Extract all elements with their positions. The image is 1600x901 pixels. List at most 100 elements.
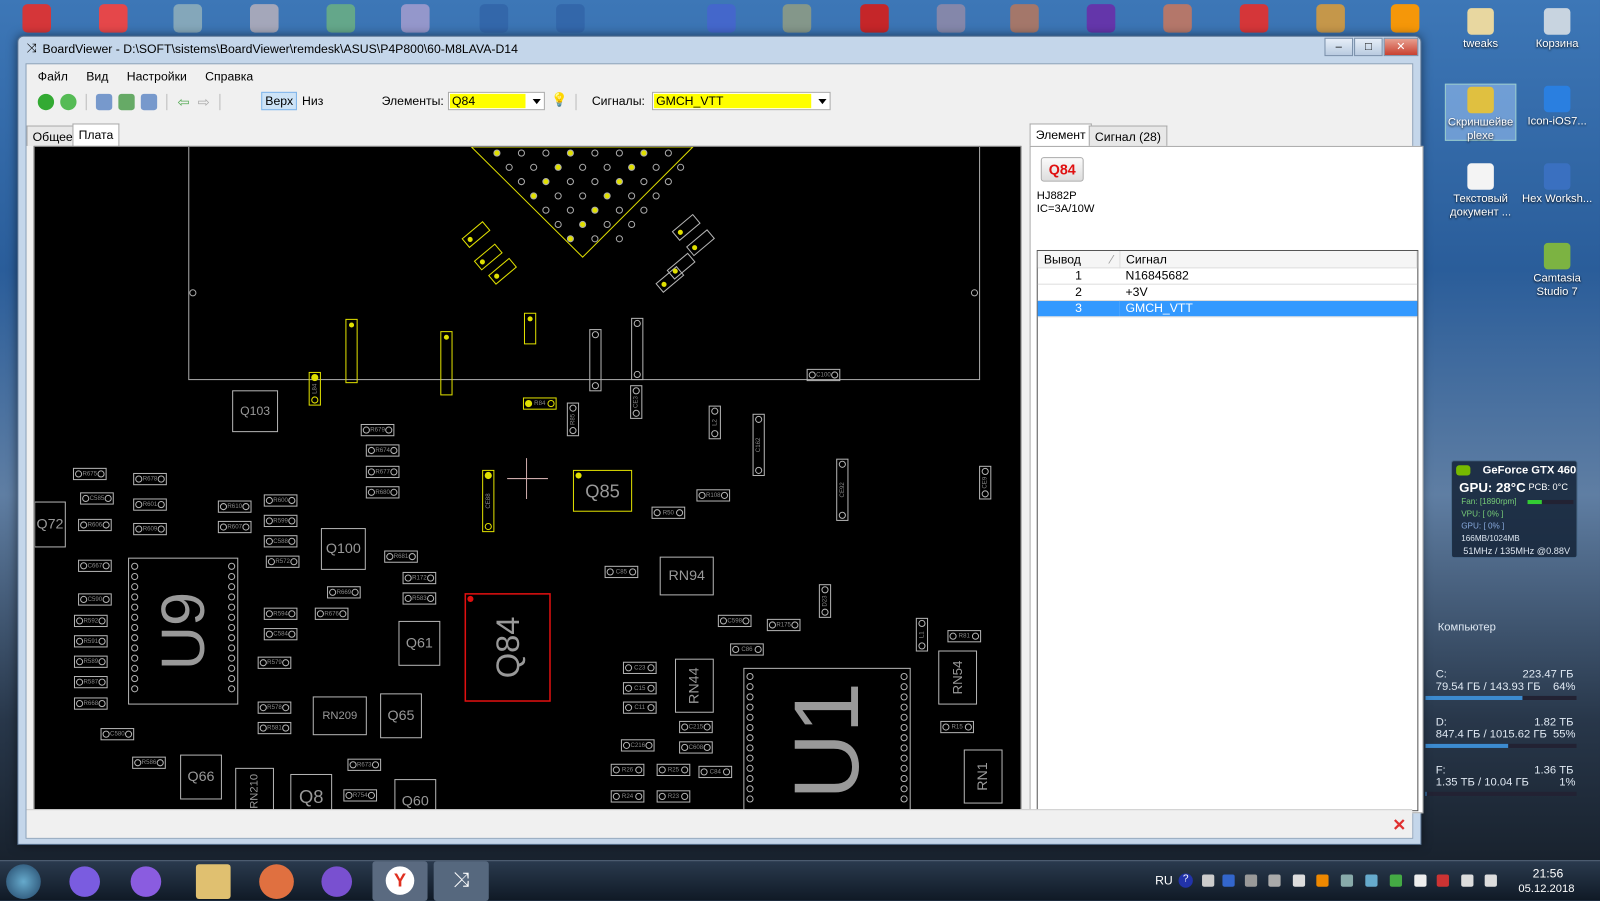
- pin-row[interactable]: 2 +3V: [1037, 283, 1417, 301]
- maximize-button[interactable]: □: [1354, 37, 1383, 57]
- desktop-shortcut-icon[interactable]: [1239, 4, 1269, 33]
- desktop-icon-ios7[interactable]: Icon-iOS7...: [1521, 84, 1592, 129]
- desktop-icon-recycle-bin[interactable]: Корзина: [1521, 6, 1592, 51]
- desktop-shortcut-icon[interactable]: [98, 4, 128, 33]
- desktop-shortcut-icon[interactable]: [1086, 4, 1116, 33]
- clock-time[interactable]: 21:56: [1533, 866, 1564, 880]
- desktop-shortcut-icon[interactable]: [782, 4, 812, 33]
- column-pin[interactable]: Вывод ⁄: [1037, 251, 1120, 268]
- desktop-shortcut-icon[interactable]: [1316, 4, 1345, 33]
- tab-general[interactable]: Общее: [26, 125, 79, 146]
- component[interactable]: [589, 329, 602, 392]
- desktop-shortcut-icon[interactable]: [1390, 4, 1420, 33]
- signals-combo[interactable]: GMCH_VTT: [652, 91, 831, 111]
- boardviewer-taskbar[interactable]: ⤨: [433, 861, 489, 901]
- menu-file[interactable]: Файл: [29, 69, 77, 83]
- taskbar-app-icon[interactable]: [69, 866, 100, 897]
- pad: [135, 501, 143, 509]
- desktop-icon-hex-workshop[interactable]: Hex Worksh...: [1521, 161, 1592, 206]
- component[interactable]: [655, 265, 685, 293]
- forward-arrow-icon[interactable]: ⇨: [198, 93, 210, 110]
- tray-icon[interactable]: [1340, 874, 1354, 887]
- drive-usage: 79.54 ГБ / 143.93 ГБ: [1435, 680, 1541, 693]
- desktop-shortcut-icon[interactable]: [173, 4, 203, 33]
- tray-icon[interactable]: [1222, 874, 1235, 887]
- component[interactable]: [440, 331, 453, 396]
- pin-row[interactable]: 1 N16845682: [1037, 267, 1417, 285]
- refresh-icon[interactable]: [60, 93, 77, 111]
- tray-icon[interactable]: [1268, 874, 1281, 887]
- tray-icon[interactable]: [1202, 874, 1215, 887]
- desktop-shortcut-icon[interactable]: [479, 4, 509, 33]
- tray-icon[interactable]: [1414, 874, 1427, 887]
- tab-element[interactable]: Элемент: [1029, 123, 1092, 146]
- desktop-shortcut-icon[interactable]: [1010, 4, 1039, 33]
- desktop-shortcut-icon[interactable]: [1163, 4, 1192, 33]
- component[interactable]: [473, 243, 503, 271]
- help-icon[interactable]: ?: [1178, 873, 1193, 888]
- tab-board[interactable]: Плата: [72, 123, 120, 146]
- desktop-shortcut-icon[interactable]: [707, 4, 736, 33]
- viber-icon[interactable]: [321, 866, 353, 897]
- tab-signal[interactable]: Сигнал (28): [1088, 125, 1168, 146]
- desktop-icon-text-document[interactable]: Текстовый документ ...: [1445, 161, 1516, 219]
- file-explorer-icon[interactable]: [195, 864, 231, 899]
- desktop-shortcut-icon[interactable]: [326, 4, 356, 33]
- component[interactable]: [631, 317, 644, 381]
- desktop-icon-screensaver[interactable]: Скриншейве рlexe: [1444, 83, 1517, 142]
- language-indicator[interactable]: RU: [1155, 873, 1173, 887]
- board-canvas[interactable]: U9 Q84 Q85 Q103 Q100 Q72 Q61 Q65 Q66 Q8 Q60 RN209 RN…: [33, 145, 1022, 814]
- lightbulb-icon[interactable]: 💡: [551, 92, 568, 108]
- pin-row[interactable]: 3 GMCH_VTT: [1037, 299, 1417, 317]
- elements-combo[interactable]: Q84: [447, 91, 545, 111]
- tray-icon[interactable]: [1436, 874, 1449, 887]
- tray-icon[interactable]: [1316, 874, 1329, 887]
- yandex-browser-taskbar[interactable]: Y: [372, 861, 428, 901]
- fit-icon[interactable]: [118, 93, 135, 111]
- bottom-side-button[interactable]: Низ: [302, 94, 323, 108]
- desktop-shortcut-icon[interactable]: [22, 4, 52, 33]
- start-button[interactable]: [6, 864, 41, 899]
- component[interactable]: [671, 213, 701, 241]
- component[interactable]: [666, 252, 696, 280]
- clock-date[interactable]: 05.12.2018: [1518, 883, 1574, 895]
- desktop-icon-camtasia[interactable]: Camtasia Studio 7: [1521, 241, 1592, 299]
- tray-icon[interactable]: [1389, 874, 1403, 887]
- back-arrow-icon[interactable]: ⇦: [178, 93, 190, 110]
- component[interactable]: [345, 318, 358, 384]
- zoom-out-icon[interactable]: [95, 93, 113, 111]
- microphone-icon[interactable]: [130, 866, 162, 897]
- board-drawing[interactable]: U9 Q84 Q85 Q103 Q100 Q72 Q61 Q65 Q66 Q8 Q60 RN209 RN…: [34, 146, 1022, 813]
- desktop-shortcut-icon[interactable]: [249, 4, 279, 33]
- tray-icon[interactable]: [1292, 874, 1306, 887]
- tray-icon[interactable]: [1484, 874, 1497, 887]
- tray-icon[interactable]: [1461, 874, 1474, 887]
- chevron-down-icon[interactable]: [818, 98, 827, 105]
- minimize-button[interactable]: –: [1324, 37, 1354, 57]
- zoom-in-icon[interactable]: [140, 93, 158, 111]
- desktop-icon-tweaks[interactable]: tweaks: [1445, 6, 1516, 51]
- chevron-down-icon[interactable]: [532, 98, 541, 105]
- menu-view[interactable]: Вид: [77, 69, 118, 83]
- menu-settings[interactable]: Настройки: [118, 69, 196, 83]
- taskbar-app-icon[interactable]: [259, 864, 294, 899]
- close-button[interactable]: ✕: [1383, 37, 1419, 57]
- tray-icon[interactable]: [1244, 874, 1258, 887]
- close-red-x-icon[interactable]: ✕: [1392, 815, 1406, 835]
- component[interactable]: [461, 221, 491, 249]
- desktop-shortcut-icon[interactable]: [401, 4, 430, 33]
- desktop-shortcut-icon[interactable]: [860, 4, 889, 33]
- signals-value[interactable]: GMCH_VTT: [654, 93, 812, 109]
- top-side-button[interactable]: Верх: [261, 91, 298, 111]
- component[interactable]: [488, 257, 518, 285]
- component[interactable]: [686, 229, 715, 257]
- element-name-button[interactable]: Q84: [1040, 157, 1084, 182]
- reload-icon[interactable]: [37, 93, 55, 111]
- pin: [900, 723, 908, 732]
- desktop-shortcut-icon[interactable]: [936, 4, 966, 33]
- elements-value[interactable]: Q84: [449, 93, 526, 109]
- desktop-shortcut-icon[interactable]: [556, 4, 585, 33]
- menu-help[interactable]: Справка: [196, 69, 262, 83]
- column-signal[interactable]: Сигнал: [1119, 251, 1418, 268]
- tray-icon[interactable]: [1365, 874, 1378, 887]
